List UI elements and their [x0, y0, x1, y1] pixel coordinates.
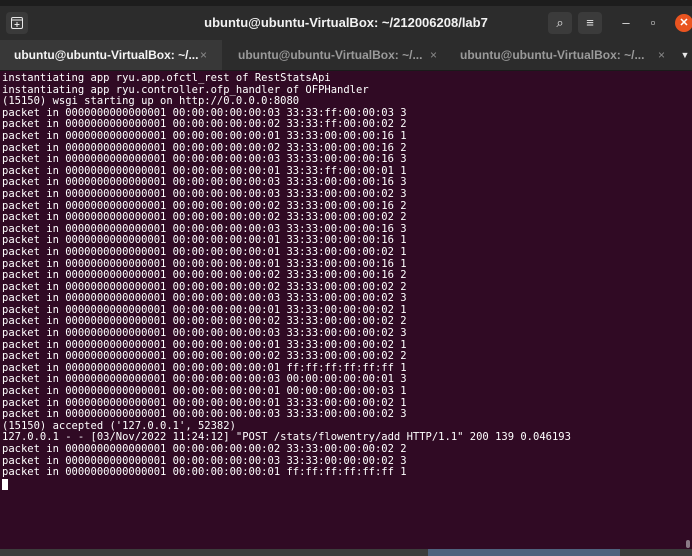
tab-close-icon[interactable]: × — [658, 40, 665, 70]
terminal-line: packet in 0000000000000001 00:00:00:00:0… — [2, 280, 407, 293]
search-icon: ⌕ — [556, 15, 564, 30]
tab-terminal-1[interactable]: ubuntu@ubuntu-VirtualBox: ~/... × — [0, 40, 222, 70]
terminal-plus-icon — [11, 17, 23, 29]
terminal-line: packet in 0000000000000001 00:00:00:00:0… — [2, 385, 407, 398]
title-bar: ubuntu@ubuntu-VirtualBox: ~/212006208/la… — [0, 6, 692, 40]
terminal-line: packet in 0000000000000001 00:00:00:00:0… — [2, 118, 407, 131]
terminal-line: packet in 0000000000000001 00:00:00:00:0… — [2, 234, 407, 247]
tab-terminal-3[interactable]: ubuntu@ubuntu-VirtualBox: ~/... × — [446, 40, 676, 70]
terminal-line: packet in 0000000000000001 00:00:00:00:0… — [2, 199, 407, 212]
terminal-cursor — [2, 478, 8, 490]
host-tray-icons — [428, 549, 620, 556]
terminal-line: packet in 0000000000000001 00:00:00:00:0… — [2, 176, 407, 189]
terminal-line: packet in 0000000000000001 00:00:00:00:0… — [2, 315, 407, 328]
terminal-line: packet in 0000000000000001 00:00:00:00:0… — [2, 350, 407, 363]
minimize-button[interactable]: – — [617, 14, 635, 32]
hamburger-menu-icon: ≡ — [586, 15, 594, 30]
terminal-line: packet in 0000000000000001 00:00:00:00:0… — [2, 396, 407, 409]
terminal-line: packet in 0000000000000001 00:00:00:00:0… — [2, 187, 407, 200]
terminal-line: packet in 0000000000000001 00:00:00:00:0… — [2, 245, 407, 258]
terminal-line: packet in 0000000000000001 00:00:00:00:0… — [2, 164, 407, 177]
terminal-line: packet in 0000000000000001 00:00:00:00:0… — [2, 373, 407, 386]
terminal-line: packet in 0000000000000001 00:00:00:00:0… — [2, 443, 407, 455]
chevron-down-icon: ▼ — [680, 50, 690, 60]
scrollbar-thumb[interactable] — [686, 540, 690, 548]
terminal-line: packet in 0000000000000001 00:00:00:00:0… — [2, 141, 407, 154]
terminal-line: packet in 0000000000000001 00:00:00:00:0… — [2, 211, 407, 224]
terminal-line: (15150) wsgi starting up on http://0.0.0… — [2, 95, 300, 108]
terminal-line: packet in 0000000000000001 00:00:00:00:0… — [2, 454, 407, 467]
menu-button[interactable]: ≡ — [578, 12, 602, 34]
close-window-button[interactable]: ✕ — [675, 14, 692, 32]
terminal-line: packet in 0000000000000001 00:00:00:00:0… — [2, 269, 407, 282]
terminal-line: instantiating app ryu.controller.ofp_han… — [2, 83, 369, 96]
close-icon: ✕ — [679, 17, 689, 29]
tab-label: ubuntu@ubuntu-VirtualBox: ~/... — [460, 48, 645, 62]
terminal-line: packet in 0000000000000001 00:00:00:00:0… — [2, 327, 407, 340]
tab-bar: ubuntu@ubuntu-VirtualBox: ~/... × ubuntu… — [0, 40, 692, 71]
tab-close-icon[interactable]: × — [430, 40, 437, 70]
tab-terminal-2[interactable]: ubuntu@ubuntu-VirtualBox: ~/... × — [224, 40, 446, 70]
terminal-line: packet in 0000000000000001 00:00:00:00:0… — [2, 129, 407, 142]
terminal-line: packet in 0000000000000001 00:00:00:00:0… — [2, 292, 407, 305]
terminal-line: 127.0.0.1 - - [03/Nov/2022 11:24:12] "PO… — [2, 431, 571, 444]
terminal-line: instantiating app ryu.app.ofctl_rest of … — [2, 72, 331, 84]
terminal-line: packet in 0000000000000001 00:00:00:00:0… — [2, 408, 407, 421]
terminal-line: packet in 0000000000000001 00:00:00:00:0… — [2, 257, 407, 270]
tab-close-icon[interactable]: × — [200, 40, 207, 70]
terminal-line: packet in 0000000000000001 00:00:00:00:0… — [2, 222, 407, 235]
terminal-output[interactable]: instantiating app ryu.app.ofctl_rest of … — [0, 71, 692, 549]
terminal-line: (15150) accepted ('127.0.0.1', 52382) — [2, 419, 236, 432]
minimize-icon: – — [622, 15, 630, 30]
search-button[interactable]: ⌕ — [548, 12, 572, 34]
tab-list-dropdown[interactable]: ▼ — [678, 40, 692, 70]
tab-label: ubuntu@ubuntu-VirtualBox: ~/... — [238, 48, 423, 62]
terminal-text: instantiating app ryu.app.ofctl_rest of … — [0, 71, 692, 490]
terminal-line: packet in 0000000000000001 00:00:00:00:0… — [2, 361, 407, 374]
scrollbar-track[interactable] — [684, 71, 692, 549]
terminal-line: packet in 0000000000000001 00:00:00:00:0… — [2, 153, 407, 166]
new-tab-button[interactable] — [6, 12, 28, 34]
terminal-line: packet in 0000000000000001 00:00:00:00:0… — [2, 303, 407, 316]
maximize-icon: ▫ — [650, 15, 656, 30]
maximize-button[interactable]: ▫ — [644, 14, 662, 32]
terminal-line: packet in 0000000000000001 00:00:00:00:0… — [2, 106, 407, 119]
tab-label: ubuntu@ubuntu-VirtualBox: ~/... — [14, 48, 199, 62]
terminal-line: packet in 0000000000000001 00:00:00:00:0… — [2, 466, 407, 479]
terminal-line: packet in 0000000000000001 00:00:00:00:0… — [2, 338, 407, 351]
